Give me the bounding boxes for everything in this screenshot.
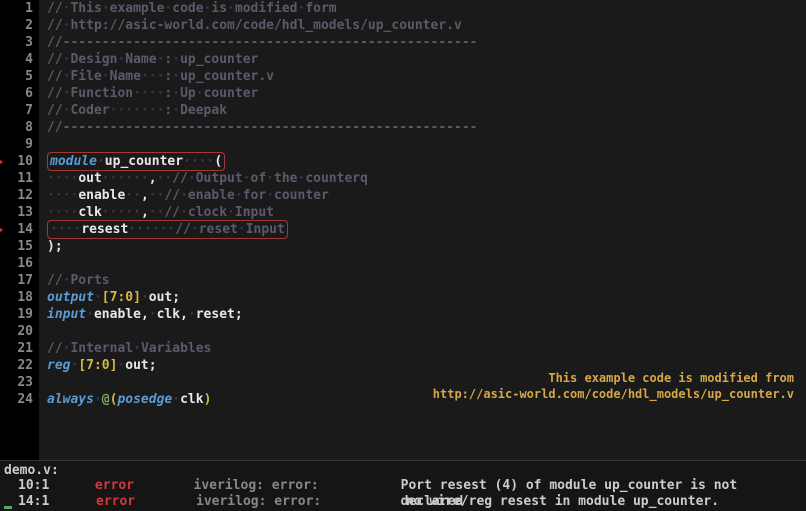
line-number: 8 bbox=[0, 119, 33, 136]
error-location: 14:1 bbox=[4, 494, 96, 510]
error-source: iverilog: error: bbox=[194, 478, 401, 494]
code-line[interactable] bbox=[47, 255, 806, 272]
error-message: Port resest (4) of module up_counter is … bbox=[401, 478, 802, 494]
line-number: 3 bbox=[0, 34, 33, 51]
source-credit: This example code is modified from http:… bbox=[433, 370, 794, 402]
line-number: 1 bbox=[0, 0, 33, 17]
code-line[interactable]: //·Ports bbox=[47, 272, 806, 289]
quickfix-panel[interactable]: demo.v: 10:1erroriverilog: error:Port re… bbox=[0, 460, 806, 511]
line-number: 12 bbox=[0, 187, 33, 204]
line-number: 19 bbox=[0, 306, 33, 323]
line-number: 10 bbox=[0, 153, 33, 170]
code-line[interactable] bbox=[47, 323, 806, 340]
line-number: 9 bbox=[0, 136, 33, 153]
code-line[interactable]: //·http://asic-world.com/code/hdl_models… bbox=[47, 17, 806, 34]
code-line[interactable]: module·up_counter····( bbox=[47, 153, 806, 170]
code-line[interactable]: //--------------------------------------… bbox=[47, 34, 806, 51]
line-number: 14 bbox=[0, 221, 33, 238]
line-number: 23 bbox=[0, 374, 33, 391]
code-line[interactable]: //·Design·Name·:·up_counter bbox=[47, 51, 806, 68]
code-line[interactable]: //--------------------------------------… bbox=[47, 119, 806, 136]
quickfix-entry[interactable]: 10:1erroriverilog: error:Port resest (4)… bbox=[4, 478, 802, 494]
line-number: 15 bbox=[0, 238, 33, 255]
line-number: 18 bbox=[0, 289, 33, 306]
line-number: 21 bbox=[0, 340, 33, 357]
code-line[interactable] bbox=[47, 136, 806, 153]
error-location: 10:1 bbox=[4, 478, 95, 494]
error-message: no wire/reg resest in module up_counter. bbox=[406, 494, 719, 510]
quickfix-entry[interactable]: 14:1erroriverilog: error:no wire/reg res… bbox=[4, 494, 802, 510]
code-line[interactable]: output·[7:0]·out; bbox=[47, 289, 806, 306]
code-line[interactable]: ····resest······//·reset·Input bbox=[47, 221, 806, 238]
credit-line-1: This example code is modified from bbox=[433, 370, 794, 386]
line-number: 17 bbox=[0, 272, 33, 289]
line-number: 20 bbox=[0, 323, 33, 340]
line-number: 16 bbox=[0, 255, 33, 272]
quickfix-filename: demo.v: bbox=[4, 463, 802, 478]
code-editor[interactable]: 123456789101112131415161718192021222324 … bbox=[0, 0, 806, 460]
code-line[interactable]: //·File·Name···:·up_counter.v bbox=[47, 68, 806, 85]
error-type: error bbox=[95, 478, 194, 494]
code-line[interactable]: ); bbox=[47, 238, 806, 255]
error-type: error bbox=[96, 494, 196, 510]
code-line[interactable]: //·Internal·Variables bbox=[47, 340, 806, 357]
code-line[interactable]: ····enable··,··//·enable·for·counter bbox=[47, 187, 806, 204]
code-line[interactable]: ····clk·····,··//·clock·Input bbox=[47, 204, 806, 221]
code-area[interactable]: //·This·example·code·is·modified·form//·… bbox=[39, 0, 806, 460]
credit-line-2: http://asic-world.com/code/hdl_models/up… bbox=[433, 386, 794, 402]
code-line[interactable]: //·This·example·code·is·modified·form bbox=[47, 0, 806, 17]
line-number: 4 bbox=[0, 51, 33, 68]
line-number: 6 bbox=[0, 85, 33, 102]
code-line[interactable]: //·Function····:·Up·counter bbox=[47, 85, 806, 102]
line-number: 11 bbox=[0, 170, 33, 187]
line-number: 5 bbox=[0, 68, 33, 85]
code-line[interactable]: input·enable,·clk,·reset; bbox=[47, 306, 806, 323]
line-number: 13 bbox=[0, 204, 33, 221]
line-number: 7 bbox=[0, 102, 33, 119]
terminal-cursor bbox=[4, 506, 12, 509]
line-number: 24 bbox=[0, 391, 33, 408]
line-number: 22 bbox=[0, 357, 33, 374]
error-source: iverilog: error: bbox=[196, 494, 406, 510]
line-number: 2 bbox=[0, 17, 33, 34]
code-line[interactable]: //·Coder·······:·Deepak bbox=[47, 102, 806, 119]
line-number-gutter: 123456789101112131415161718192021222324 bbox=[0, 0, 39, 460]
code-line[interactable]: ····out······,··//·Output·of·the·counter… bbox=[47, 170, 806, 187]
